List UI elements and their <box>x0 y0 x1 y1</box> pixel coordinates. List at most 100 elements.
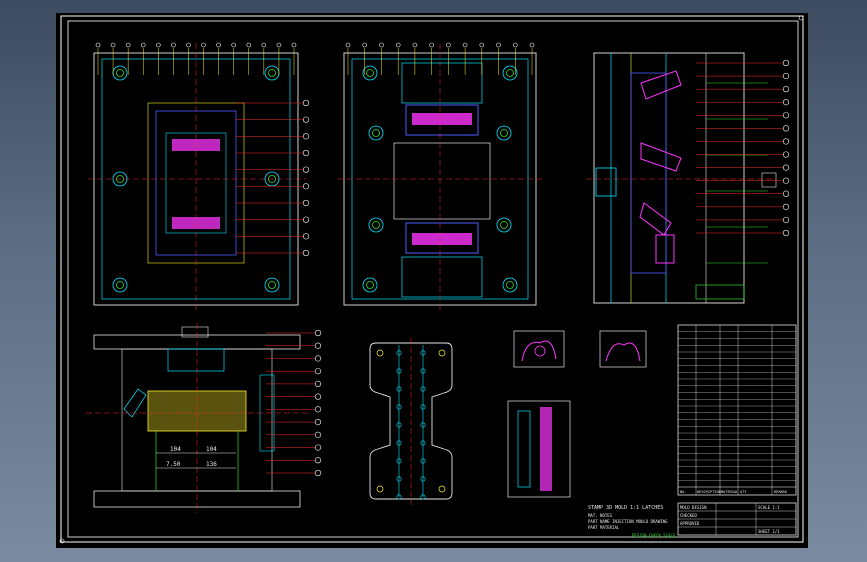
callout-balloon <box>156 42 161 48</box>
callout-balloon <box>140 42 146 48</box>
side-section-view <box>586 52 790 304</box>
bolt-hole <box>112 65 128 81</box>
callout-balloon <box>314 329 322 337</box>
callout-balloon <box>314 368 322 375</box>
title-block-approved: APPROVED <box>680 521 700 526</box>
callout-balloon <box>302 133 310 140</box>
callout-balloon <box>314 469 322 477</box>
bolt-hole-inner <box>500 221 508 229</box>
callout-balloon <box>412 42 418 48</box>
callout-balloon <box>496 42 501 48</box>
bolt-hole <box>496 217 512 233</box>
bolt-hole <box>368 125 384 141</box>
callout-balloon <box>782 164 790 171</box>
note-line-3: PART NAME INJECTION MOULD DRAWING <box>588 519 668 524</box>
callout-balloon <box>231 42 236 48</box>
bolt-hole <box>264 65 280 81</box>
dimension-104-right: 104 <box>206 446 217 453</box>
callout-balloon <box>362 42 368 48</box>
callout-balloon <box>782 229 790 237</box>
callout-balloon <box>302 166 310 173</box>
bom-header-qty: QTY <box>740 490 747 494</box>
bom-header-material: MATERIAL <box>721 490 738 494</box>
callout-balloon <box>302 216 310 223</box>
plate-corner-hole <box>376 349 384 357</box>
callout-balloon <box>395 42 401 48</box>
bolt-hole <box>502 277 518 293</box>
plate-corner-hole <box>438 485 446 493</box>
callout-balloon <box>261 42 267 48</box>
callout-balloon <box>302 99 310 107</box>
bolt-hole-inner <box>116 69 124 77</box>
callout-balloon <box>302 149 310 157</box>
bolt-hole-inner <box>500 129 508 137</box>
note-line-1: STAMP 3D MOLD 1:1 LATCHES <box>588 505 663 511</box>
callout-balloon <box>314 342 322 349</box>
cad-drawing: 104 104 7.50 136 NO. DESCRIPTION MATERIA… <box>59 15 804 544</box>
bolt-hole-inner <box>372 221 380 229</box>
title-block-sheet: SHEET 1/1 <box>758 529 780 534</box>
callout-balloon <box>216 42 221 48</box>
bolt-hole <box>502 65 518 81</box>
callout-balloon <box>479 42 485 48</box>
note-line-4: PART MATERIAL <box>588 525 620 530</box>
bolt-hole-inner <box>116 281 124 289</box>
callout-balloon <box>446 42 451 48</box>
bolt-hole <box>362 65 378 81</box>
callout-balloon <box>512 42 518 48</box>
dimension-104-left: 104 <box>170 446 181 453</box>
bolt-hole <box>496 125 512 141</box>
callout-balloon <box>782 99 790 106</box>
callout-balloon <box>314 431 322 438</box>
bom-header-no: NO. <box>680 490 687 494</box>
callout-balloon <box>782 216 790 224</box>
callout-balloon <box>302 249 310 257</box>
dimension-7-50: 7.50 <box>166 461 181 468</box>
bolt-hole <box>112 277 128 293</box>
bolt-hole <box>368 217 384 233</box>
bolt-hole-inner <box>506 69 514 77</box>
callout-balloon <box>314 406 322 413</box>
callout-balloon <box>529 42 535 48</box>
callout-balloon <box>782 72 790 80</box>
callout-balloon <box>186 42 191 48</box>
bom-header-description: DESCRIPTION <box>697 490 721 494</box>
callout-balloon <box>201 42 206 48</box>
callout-balloon <box>782 190 790 197</box>
bolt-hole <box>362 277 378 293</box>
callout-balloon <box>302 199 310 207</box>
callout-balloon <box>302 116 310 123</box>
frame-corner-mark <box>798 15 804 21</box>
callout-balloon <box>782 59 790 67</box>
bom-header-remark: REMARK <box>774 490 788 494</box>
bolt-hole <box>264 277 280 293</box>
callout-balloon <box>314 457 322 464</box>
title-block-scale: SCALE 1:1 <box>758 505 780 510</box>
bolt-hole-inner <box>268 69 276 77</box>
bolt-hole-inner <box>366 69 374 77</box>
bolt-hole-inner <box>268 281 276 289</box>
drawing-sheet: 104 104 7.50 136 NO. DESCRIPTION MATERIA… <box>56 13 808 548</box>
bill-of-materials: NO. DESCRIPTION MATERIAL QTY REMARK <box>677 324 797 496</box>
callout-balloon <box>125 42 131 48</box>
callout-balloon <box>782 86 790 93</box>
callout-balloon <box>429 42 434 48</box>
callout-balloon <box>314 355 322 362</box>
bolt-hole-inner <box>372 129 380 137</box>
callout-balloon <box>171 42 176 48</box>
plan-view-moving <box>338 42 542 313</box>
callout-balloon <box>291 42 297 48</box>
plate-corner-hole <box>376 485 384 493</box>
callout-balloon <box>462 42 468 48</box>
plate-corner-hole <box>438 349 446 357</box>
callout-balloon <box>95 42 101 48</box>
callout-balloon <box>782 151 790 158</box>
note-line-5: DESIGN CHECK SCALE <box>632 533 676 538</box>
callout-balloon <box>314 418 322 426</box>
callout-balloon <box>782 177 790 184</box>
callout-balloon <box>314 444 322 451</box>
callout-balloon <box>314 393 322 400</box>
callout-balloon <box>302 233 310 240</box>
callout-balloon <box>276 42 282 48</box>
callout-balloon <box>345 42 351 48</box>
